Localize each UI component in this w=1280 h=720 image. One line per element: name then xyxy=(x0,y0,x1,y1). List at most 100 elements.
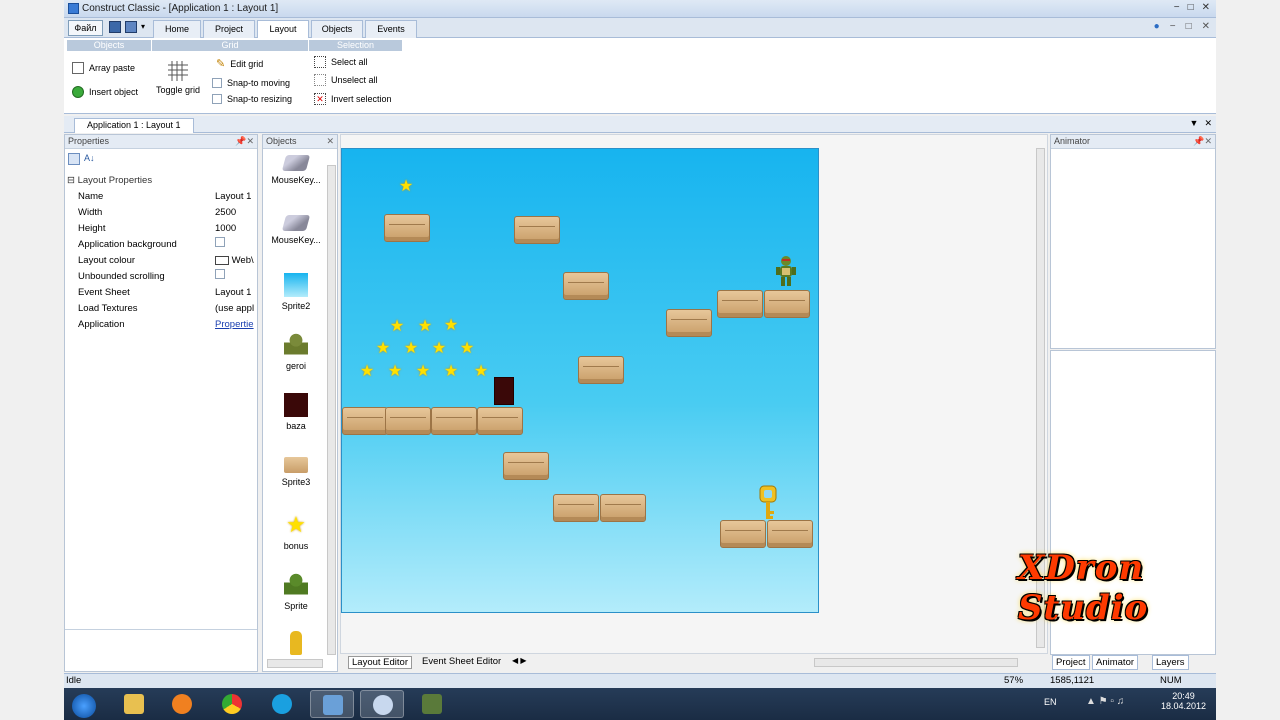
invert-selection-button[interactable]: ✕ Invert selection xyxy=(314,93,392,105)
prop-row[interactable]: Name Layout 1 xyxy=(65,189,257,205)
edit-grid-button[interactable]: ✎ Edit grid xyxy=(216,57,263,70)
snap-moving-option[interactable]: Snap-to moving xyxy=(212,78,290,88)
prop-value[interactable]: Layout 1 xyxy=(215,285,257,301)
ribbon-close-icon[interactable]: ✕ xyxy=(1202,21,1210,32)
tab-project[interactable]: Project xyxy=(203,20,255,38)
platform-block[interactable] xyxy=(514,216,560,244)
tab-project-panel[interactable]: Project xyxy=(1052,655,1090,670)
select-all-button[interactable]: Select all xyxy=(314,56,368,68)
toggle-grid-button[interactable]: Toggle grid xyxy=(156,60,200,95)
platform-block[interactable] xyxy=(720,520,766,548)
snap-resizing-checkbox[interactable] xyxy=(212,94,222,104)
platform-block[interactable] xyxy=(503,452,549,480)
dropdown-icon[interactable]: ▾ xyxy=(141,21,153,33)
start-button[interactable] xyxy=(64,690,104,718)
pin-close-icons[interactable]: 📌✕ xyxy=(235,135,254,148)
prop-row[interactable]: Height 1000 xyxy=(65,221,257,237)
platform-block[interactable] xyxy=(553,494,599,522)
prop-row[interactable]: Event Sheet Layout 1 xyxy=(65,285,257,301)
platform-block[interactable] xyxy=(342,407,388,435)
prop-value[interactable]: (use appl xyxy=(215,301,257,317)
object-baza[interactable]: baza xyxy=(267,393,325,431)
file-menu-button[interactable]: Файл xyxy=(68,20,103,36)
snap-moving-checkbox[interactable] xyxy=(212,78,222,88)
taskbar-media-player[interactable] xyxy=(160,690,204,718)
tab-scroll-arrows[interactable]: ◀ ▶ xyxy=(512,656,527,665)
language-indicator[interactable]: EN xyxy=(1044,697,1057,707)
taskbar-explorer[interactable] xyxy=(112,690,156,718)
object-mousekeyboard-2[interactable]: MouseKey... xyxy=(267,215,325,245)
prop-row[interactable]: Application Propertie xyxy=(65,317,257,333)
object-sprite3[interactable]: Sprite3 xyxy=(267,453,325,487)
star-icon[interactable]: ★ xyxy=(415,364,431,380)
prop-checkbox[interactable] xyxy=(215,237,257,253)
tab-events[interactable]: Events xyxy=(365,20,417,38)
collapse-icon[interactable]: ⊟ xyxy=(67,175,75,186)
platform-block[interactable] xyxy=(431,407,477,435)
prop-row[interactable]: Width 2500 xyxy=(65,205,257,221)
star-icon[interactable]: ★ xyxy=(375,341,391,357)
tab-event-sheet-editor[interactable]: Event Sheet Editor xyxy=(422,656,501,667)
objects-vertical-scrollbar[interactable] xyxy=(327,165,336,655)
star-icon[interactable]: ★ xyxy=(473,364,489,380)
taskbar-chrome[interactable] xyxy=(210,690,254,718)
prop-row[interactable]: Application background xyxy=(65,237,257,253)
help-icon[interactable]: ● xyxy=(1154,21,1160,32)
object-bonus[interactable]: ★ bonus xyxy=(267,513,325,552)
object-sprite[interactable]: Sprite xyxy=(267,573,325,611)
object-key[interactable] xyxy=(267,631,325,659)
platform-block[interactable] xyxy=(385,407,431,435)
star-icon[interactable]: ★ xyxy=(389,319,405,335)
tray-icons[interactable]: ▲ ⚑ ▫ ♫ xyxy=(1086,696,1124,707)
close-icon[interactable]: ✕ xyxy=(1202,2,1210,13)
taskbar-network-app[interactable] xyxy=(310,690,354,718)
star-icon[interactable]: ★ xyxy=(443,364,459,380)
ribbon-minimize-icon[interactable]: − xyxy=(1170,21,1176,32)
object-geroi[interactable]: geroi xyxy=(267,333,325,371)
tab-layout[interactable]: Layout xyxy=(257,20,309,39)
restore-icon[interactable]: □ xyxy=(1188,2,1194,13)
tab-home[interactable]: Home xyxy=(153,20,201,38)
taskbar-skype[interactable] xyxy=(260,690,304,718)
star-icon[interactable]: ★ xyxy=(459,341,475,357)
insert-object-button[interactable]: Insert object xyxy=(72,86,138,98)
layout-properties-section[interactable]: ⊟ Layout Properties xyxy=(67,175,152,186)
platform-block[interactable] xyxy=(578,356,624,384)
platform-block[interactable] xyxy=(767,520,813,548)
ribbon-restore-icon[interactable]: □ xyxy=(1186,21,1192,32)
close-document-icon[interactable]: ✕ xyxy=(1204,118,1212,129)
star-icon[interactable]: ★ xyxy=(387,364,403,380)
platform-block[interactable] xyxy=(600,494,646,522)
prop-value[interactable]: 2500 xyxy=(215,205,257,221)
tab-animator-panel[interactable]: Animator xyxy=(1092,655,1139,670)
taskbar-game[interactable] xyxy=(410,690,454,718)
close-objects-icon[interactable]: ✕ xyxy=(326,135,334,148)
prop-value[interactable]: 1000 xyxy=(215,221,257,237)
star-icon[interactable]: ★ xyxy=(403,341,419,357)
tab-layout-editor[interactable]: Layout Editor xyxy=(348,656,412,669)
sort-az-icon[interactable]: A↓ xyxy=(84,153,95,165)
snap-resizing-option[interactable]: Snap-to resizing xyxy=(212,94,292,104)
pin-close-icons[interactable]: 📌✕ xyxy=(1193,135,1212,148)
tab-application-layout[interactable]: Application 1 : Layout 1 xyxy=(74,118,194,133)
object-sprite2[interactable]: Sprite2 xyxy=(267,273,325,311)
platform-block[interactable] xyxy=(563,272,609,300)
save-icon[interactable] xyxy=(109,21,121,33)
turtle-hero-sprite[interactable] xyxy=(774,255,798,287)
star-icon[interactable]: ★ xyxy=(398,179,414,195)
tab-layers-panel[interactable]: Layers xyxy=(1152,655,1189,670)
star-icon[interactable]: ★ xyxy=(443,318,459,334)
categorized-icon[interactable] xyxy=(68,153,80,165)
base-object[interactable] xyxy=(494,377,514,405)
editor-horizontal-scrollbar[interactable] xyxy=(814,658,1018,667)
key-sprite[interactable] xyxy=(758,485,778,521)
object-mousekeyboard-1[interactable]: MouseKey... xyxy=(267,155,325,185)
platform-block[interactable] xyxy=(717,290,763,318)
tab-list-icon[interactable]: ▼ xyxy=(1190,118,1199,129)
clock[interactable]: 20:49 18.04.2012 xyxy=(1161,691,1206,711)
taskbar-construct[interactable] xyxy=(360,690,404,718)
platform-block[interactable] xyxy=(384,214,430,242)
application-properties-link[interactable]: Propertie xyxy=(215,317,257,333)
prop-checkbox[interactable] xyxy=(215,269,257,285)
platform-block[interactable] xyxy=(764,290,810,318)
